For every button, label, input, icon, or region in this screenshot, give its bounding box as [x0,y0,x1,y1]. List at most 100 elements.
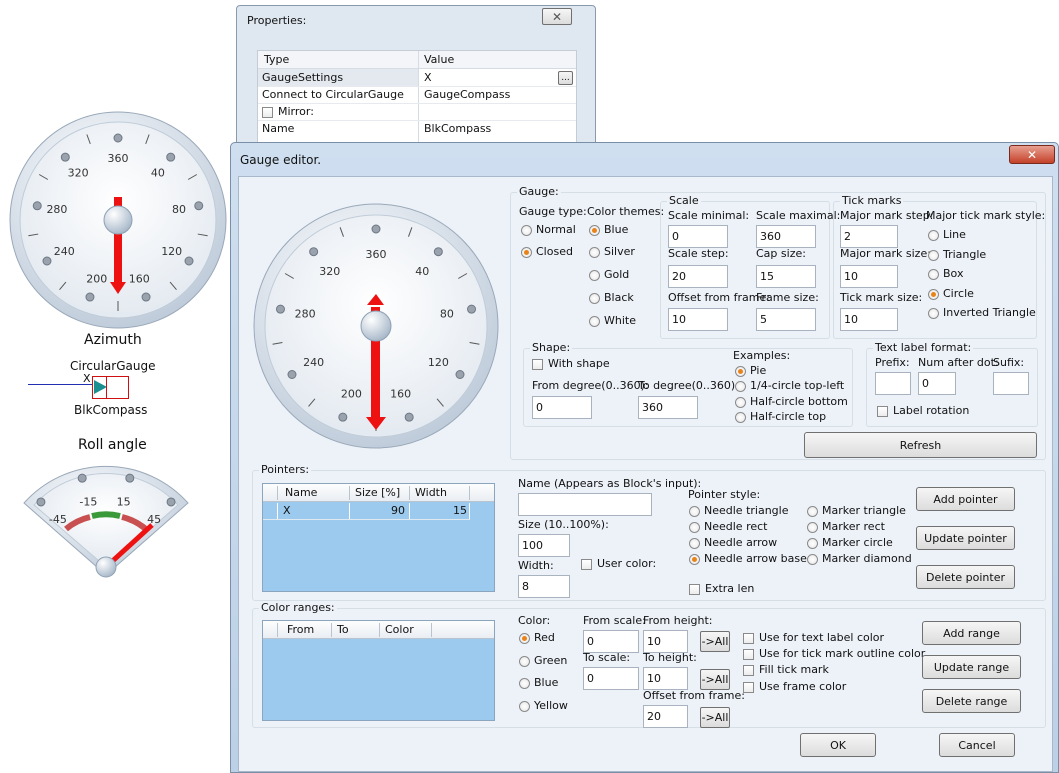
dial-tick-label: 280 [295,307,316,320]
cancel-button[interactable]: Cancel [939,733,1015,757]
user-color-checkbox[interactable]: User color: [581,557,656,571]
delete-pointer-button[interactable]: Delete pointer [916,565,1015,589]
range-offset-input[interactable]: 20 [643,705,688,728]
prefix-input[interactable] [875,372,911,395]
pointer-size-input[interactable]: 100 [518,534,570,557]
style-marker-diamond-radio[interactable]: Marker diamond [807,552,912,566]
to-height-all-button[interactable]: ->All [700,669,730,690]
style-needle-arrow-radio[interactable]: Needle arrow [689,536,777,550]
tick-style-circle-radio[interactable]: Circle [928,287,974,301]
ranges-list-header: From To Color [263,621,494,639]
dial-tick-label: 120 [428,356,449,369]
range-color-green-radio[interactable]: Green [519,654,567,668]
major-mark-size-input[interactable]: 10 [840,265,898,288]
fill-tick-mark-checkbox[interactable]: Fill tick mark [743,663,829,677]
dialog-close-button[interactable]: ✕ [1009,145,1055,164]
tick-style-triangle-radio[interactable]: Triangle [928,248,986,262]
color-ranges-group-title: Color ranges: [259,601,337,615]
style-marker-circle-radio[interactable]: Marker circle [807,536,893,550]
use-frame-color-checkbox[interactable]: Use frame color [743,680,846,694]
sufix-input[interactable] [993,372,1029,395]
theme-gold-radio[interactable]: Gold [589,268,629,282]
tick-style-box-radio[interactable]: Box [928,267,963,281]
dial-tick-label: -45 [49,513,67,526]
property-value[interactable]: GaugeCompass [424,88,510,102]
from-height-input[interactable]: 10 [643,630,688,653]
offset-all-button[interactable]: ->All [700,707,730,728]
col-color: Color [385,623,414,636]
scale-step-input[interactable]: 20 [668,265,728,288]
major-mark-step-label: Major mark step: [840,209,934,222]
gauge-type-label: Gauge type: [519,205,587,218]
theme-white-radio[interactable]: White [589,314,636,328]
theme-silver-radio[interactable]: Silver [589,245,635,259]
range-color-yellow-radio[interactable]: Yellow [519,699,568,713]
to-scale-input[interactable]: 0 [583,667,639,690]
pointer-width-input[interactable]: 8 [518,575,570,598]
update-pointer-button[interactable]: Update pointer [916,526,1015,550]
range-color-blue-radio[interactable]: Blue [519,676,558,690]
add-range-button[interactable]: Add range [922,621,1021,645]
properties-close-button[interactable]: ✕ [542,8,572,25]
refresh-button[interactable]: Refresh [804,432,1037,458]
scale-max-input[interactable]: 360 [756,225,816,248]
example-half-top-radio[interactable]: Half-circle top [735,410,826,424]
tick-style-line-radio[interactable]: Line [928,228,966,242]
delete-range-button[interactable]: Delete range [922,689,1021,713]
gauge-type-closed-radio[interactable]: Closed [521,245,573,259]
property-value[interactable]: X [424,71,432,85]
pointer-name-input[interactable] [518,493,652,516]
dial-dot [141,292,151,302]
style-marker-triangle-radio[interactable]: Marker triangle [807,504,906,518]
dial-dot [371,224,381,234]
from-height-label: From height: [643,614,713,627]
extra-len-checkbox[interactable]: Extra len [689,582,754,596]
cap-size-input[interactable]: 15 [756,265,816,288]
with-shape-checkbox[interactable]: With shape [532,357,610,371]
theme-black-radio[interactable]: Black [589,291,634,305]
scale-step-label: Scale step: [668,247,729,260]
color-ranges-list[interactable]: From To Color [262,620,495,721]
mirror-checkbox[interactable]: Mirror: [262,105,314,119]
style-needle-triangle-radio[interactable]: Needle triangle [689,504,788,518]
style-marker-rect-radio[interactable]: Marker rect [807,520,885,534]
property-ellipsis-button[interactable]: ... [558,71,573,85]
property-value[interactable]: BlkCompass [424,122,491,136]
dial-dot [338,412,348,422]
offset-from-frame-input[interactable]: 10 [668,308,728,331]
scale-min-input[interactable]: 0 [668,225,728,248]
use-for-tick-outline-color-checkbox[interactable]: Use for tick mark outline color [743,647,925,661]
add-pointer-button[interactable]: Add pointer [916,487,1015,511]
block-input-label: X [83,372,91,385]
dial-dot [309,247,319,257]
gauge-group-title: Gauge: [517,185,561,199]
tick-style-inverted-triangle-radio[interactable]: Inverted Triangle [928,306,1036,320]
to-height-input[interactable]: 10 [643,667,688,690]
from-scale-input[interactable]: 0 [583,630,639,653]
dial-dot [433,247,443,257]
update-range-button[interactable]: Update range [922,655,1021,679]
dialog-title: Gauge editor. [240,153,322,167]
major-mark-step-input[interactable]: 2 [840,225,898,248]
range-color-red-radio[interactable]: Red [519,631,555,645]
num-after-dot-input[interactable]: 0 [918,372,956,395]
frame-size-input[interactable]: 5 [756,308,816,331]
use-for-text-label-color-checkbox[interactable]: Use for text label color [743,631,884,645]
example-pie-radio[interactable]: Pie [735,364,766,378]
example-quarter-top-left-radio[interactable]: 1/4-circle top-left [735,379,844,393]
compass-block[interactable] [92,376,129,399]
theme-blue-radio[interactable]: Blue [589,223,628,237]
from-degree-input[interactable]: 0 [532,396,592,419]
to-degree-input[interactable]: 360 [638,396,698,419]
from-height-all-button[interactable]: ->All [700,631,730,652]
pointers-list[interactable]: Name Size [%] Width X 90 15 [262,483,495,592]
ok-button[interactable]: OK [800,733,876,757]
from-scale-label: From scale: [583,614,646,627]
label-rotation-checkbox[interactable]: Label rotation [877,404,969,418]
style-needle-arrow-base-radio[interactable]: Needle arrow base [689,552,807,566]
tick-mark-size-input[interactable]: 10 [840,308,898,331]
example-half-bottom-radio[interactable]: Half-circle bottom [735,395,848,409]
pointer-row[interactable]: X 90 15 [263,503,470,520]
gauge-type-normal-radio[interactable]: Normal [521,223,576,237]
style-needle-rect-radio[interactable]: Needle rect [689,520,767,534]
